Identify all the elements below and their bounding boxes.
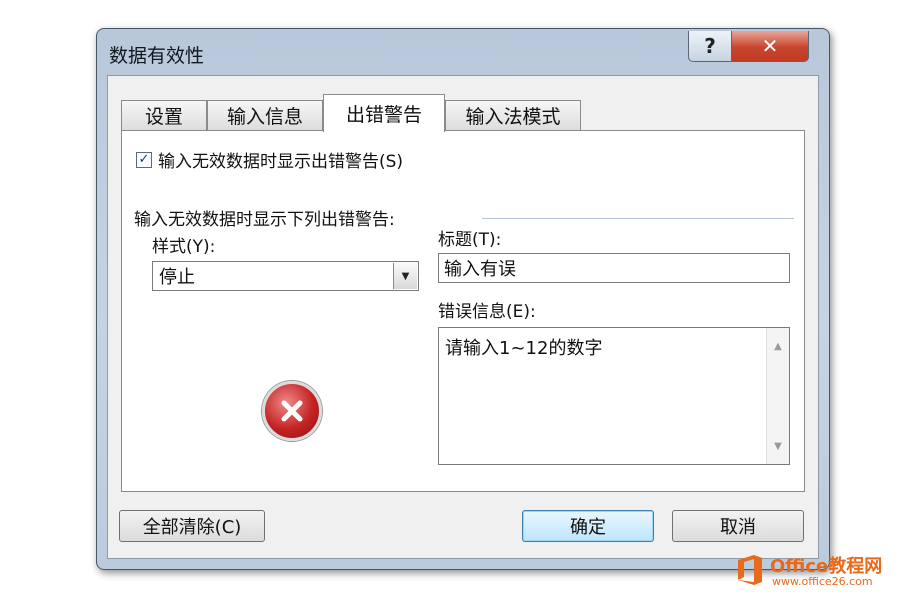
show-error-alert-checkbox[interactable]: ✓ bbox=[136, 151, 152, 168]
scroll-down-icon[interactable]: ▼ bbox=[767, 436, 789, 456]
style-label: 样式(Y): bbox=[152, 237, 216, 257]
show-error-alert-label: 输入无效数据时显示出错警告(S) bbox=[158, 152, 404, 172]
error-message-textarea[interactable]: 请输入1~12的数字 ▲ ▼ bbox=[438, 327, 790, 465]
style-select-value: 停止 bbox=[159, 267, 195, 288]
title-input[interactable]: 输入有误 bbox=[438, 253, 790, 283]
tab-settings[interactable]: 设置 bbox=[121, 100, 207, 130]
section-divider bbox=[482, 218, 794, 219]
data-validation-dialog: 数据有效性 ? ✕ 设置 输入信息 出错警告 输入法模式 ✓ 输入无效数据时显示… bbox=[96, 28, 830, 570]
stop-error-icon bbox=[262, 381, 322, 441]
show-error-alert-row[interactable]: ✓ 输入无效数据时显示出错警告(S) bbox=[136, 147, 403, 172]
tab-input-message[interactable]: 输入信息 bbox=[207, 100, 323, 130]
error-alert-panel: ✓ 输入无效数据时显示出错警告(S) 输入无效数据时显示下列出错警告: 样式(Y… bbox=[121, 130, 805, 492]
close-button[interactable]: ✕ bbox=[731, 31, 809, 62]
scroll-up-icon[interactable]: ▲ bbox=[767, 336, 789, 356]
error-message-value: 请输入1~12的数字 bbox=[445, 338, 603, 359]
section-label: 输入无效数据时显示下列出错警告: bbox=[134, 210, 395, 230]
x-mark-icon bbox=[281, 400, 303, 422]
window-title: 数据有效性 bbox=[109, 45, 205, 67]
help-button[interactable]: ? bbox=[688, 31, 732, 62]
message-scrollbar[interactable]: ▲ ▼ bbox=[766, 328, 789, 464]
tab-error-alert[interactable]: 出错警告 bbox=[323, 94, 445, 132]
dialog-body: 设置 输入信息 出错警告 输入法模式 ✓ 输入无效数据时显示出错警告(S) 输入… bbox=[107, 75, 819, 559]
title-label: 标题(T): bbox=[438, 230, 502, 250]
office-logo-icon bbox=[738, 555, 762, 585]
style-select[interactable]: 停止 ▼ bbox=[152, 261, 419, 291]
chevron-down-icon[interactable]: ▼ bbox=[393, 263, 417, 289]
clear-all-button[interactable]: 全部清除(C) bbox=[119, 510, 265, 542]
cancel-button[interactable]: 取消 bbox=[672, 510, 804, 542]
title-input-value: 输入有误 bbox=[444, 259, 516, 280]
watermark-url: www.office26.com bbox=[772, 575, 873, 588]
close-icon: ✕ bbox=[761, 34, 779, 58]
message-label: 错误信息(E): bbox=[438, 302, 536, 322]
tab-ime-mode[interactable]: 输入法模式 bbox=[445, 100, 581, 130]
ok-button[interactable]: 确定 bbox=[522, 510, 654, 542]
watermark: Office教程网 www.office26.com bbox=[734, 550, 894, 594]
